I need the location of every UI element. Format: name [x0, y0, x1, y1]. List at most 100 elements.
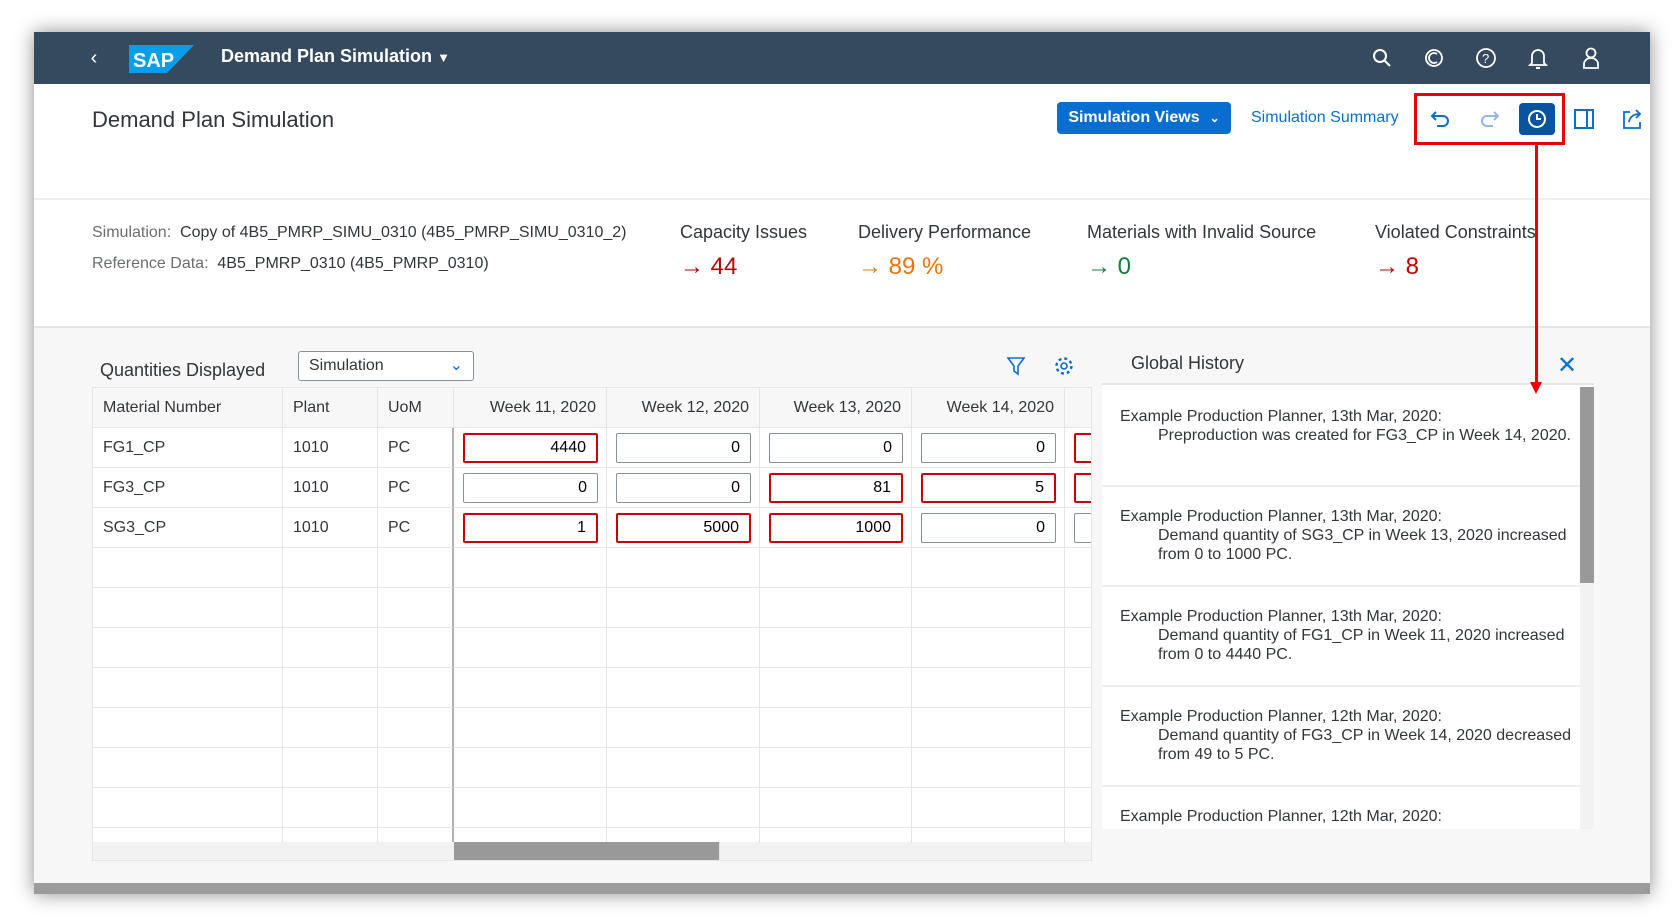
quantity-input[interactable]: [616, 473, 751, 503]
bell-icon[interactable]: [1524, 44, 1552, 72]
empty-cell: [607, 548, 760, 588]
back-icon[interactable]: ‹: [80, 44, 108, 72]
kpi-label: Delivery Performance: [858, 222, 1032, 242]
quantities-select[interactable]: Simulation ⌄: [298, 351, 474, 381]
column-header[interactable]: Week 14, 2020: [912, 388, 1065, 428]
empty-cell: [378, 668, 454, 708]
quantity-input[interactable]: [921, 433, 1056, 463]
history-item[interactable]: Example Production Planner, 13th Mar, 20…: [1102, 387, 1580, 487]
simulation-value: Copy of 4B5_PMRP_SIMU_0310 (4B5_PMRP_SIM…: [180, 224, 627, 241]
history-item-header: Example Production Planner, 13th Mar, 20…: [1120, 508, 1442, 525]
column-header[interactable]: UoM: [378, 388, 454, 428]
kpi-invalid-source[interactable]: Materials with Invalid Source → 0: [1087, 222, 1316, 281]
quantity-input[interactable]: [769, 473, 903, 503]
empty-cell: [912, 788, 1065, 828]
empty-cell: [454, 628, 607, 668]
history-item[interactable]: Example Production Planner, 13th Mar, 20…: [1102, 487, 1580, 587]
quantity-input[interactable]: [769, 433, 903, 463]
help-icon[interactable]: ?: [1472, 44, 1500, 72]
history-item-detail: Demand quantity of FG1_CP in Week 11, 20…: [1158, 627, 1565, 663]
empty-cell: [1065, 748, 1091, 788]
empty-cell: [378, 788, 454, 828]
empty-cell: [283, 588, 378, 628]
quantity-input[interactable]: [1074, 433, 1091, 463]
empty-cell: [607, 668, 760, 708]
empty-cell: [93, 668, 283, 708]
side-panel-icon[interactable]: [1566, 103, 1602, 135]
quantity-input[interactable]: [1074, 513, 1091, 543]
empty-cell: [912, 548, 1065, 588]
empty-cell: [912, 668, 1065, 708]
reference-label: Reference Data:: [92, 255, 209, 272]
close-icon[interactable]: ✕: [1557, 351, 1577, 380]
empty-cell: [760, 708, 912, 748]
empty-cell: [283, 708, 378, 748]
column-header[interactable]: Week 11, 2020: [454, 388, 607, 428]
quantity-input[interactable]: [769, 513, 903, 543]
column-header: [1065, 388, 1091, 428]
empty-cell: [1065, 788, 1091, 828]
kpi-delivery-performance[interactable]: Delivery Performance → 89 %: [858, 222, 1031, 281]
search-icon[interactable]: [1368, 44, 1396, 72]
page-title: Demand Plan Simulation: [92, 107, 335, 132]
table-cell: 1010: [283, 428, 378, 468]
history-item-header: Example Production Planner, 13th Mar, 20…: [1120, 608, 1442, 625]
empty-cell: [283, 548, 378, 588]
empty-cell: [607, 748, 760, 788]
history-item-detail: Demand quantity of FG3_CP in Week 14, 20…: [1158, 727, 1571, 763]
sap-logo[interactable]: SAP: [129, 45, 194, 73]
demand-table: Material Number Plant UoM Week 11, 2020 Week…: [92, 387, 1092, 861]
table-cell: SG3_CP: [93, 508, 283, 548]
quantity-input[interactable]: [463, 433, 598, 463]
kpi-violated-constraints[interactable]: Violated Constraints → 8: [1375, 222, 1536, 281]
quantities-value: Simulation: [309, 357, 384, 374]
global-history-panel: Global History ✕ Example Production Plan…: [1102, 351, 1594, 829]
quantity-input[interactable]: [463, 473, 598, 503]
empty-cell: [283, 788, 378, 828]
history-scrollbar[interactable]: [1580, 387, 1594, 829]
column-header[interactable]: Week 12, 2020: [607, 388, 760, 428]
copilot-icon[interactable]: [1420, 44, 1448, 72]
svg-text:?: ?: [1482, 51, 1489, 66]
simulation-summary-link[interactable]: Simulation Summary: [1251, 109, 1399, 127]
empty-cell: [760, 788, 912, 828]
column-header[interactable]: Material Number: [93, 388, 283, 428]
empty-cell: [912, 628, 1065, 668]
empty-cell: [607, 788, 760, 828]
filter-icon[interactable]: [1006, 356, 1026, 381]
quantity-input[interactable]: [616, 513, 751, 543]
annotation-arrow: [1535, 145, 1538, 385]
app-title-menu[interactable]: Demand Plan Simulation ▼: [221, 46, 450, 67]
history-item[interactable]: Example Production Planner, 12th Mar, 20…: [1102, 687, 1580, 787]
simulation-views-button[interactable]: Simulation Views ⌄: [1057, 102, 1231, 134]
empty-cell: [454, 748, 607, 788]
kpi-capacity-issues[interactable]: Capacity Issues → 44: [680, 222, 807, 281]
quantity-input[interactable]: [1074, 473, 1091, 503]
history-item[interactable]: Example Production Planner, 13th Mar, 20…: [1102, 587, 1580, 687]
empty-cell: [454, 708, 607, 748]
empty-cell: [93, 588, 283, 628]
column-header[interactable]: Plant: [283, 388, 378, 428]
quantity-input[interactable]: [921, 513, 1056, 543]
empty-cell: [378, 628, 454, 668]
table-cell: FG1_CP: [93, 428, 283, 468]
settings-icon[interactable]: [1054, 356, 1074, 381]
page-header: [34, 84, 1650, 200]
quantity-input[interactable]: [463, 513, 598, 543]
history-item[interactable]: Example Production Planner, 12th Mar, 20…: [1102, 787, 1580, 829]
column-header[interactable]: Week 13, 2020: [760, 388, 912, 428]
scrollbar-thumb[interactable]: [454, 842, 720, 860]
scrollbar-thumb[interactable]: [1580, 387, 1594, 583]
kpi-value: 0: [1117, 253, 1132, 280]
quantity-input[interactable]: [616, 433, 751, 463]
table-cell: 1010: [283, 468, 378, 508]
empty-cell: [93, 748, 283, 788]
user-icon[interactable]: [1577, 44, 1605, 72]
empty-cell: [93, 788, 283, 828]
shell-bar: ‹ SAP Demand Plan Simulation ▼ ?: [34, 32, 1650, 84]
empty-cell: [912, 748, 1065, 788]
empty-cell: [378, 748, 454, 788]
quantity-input[interactable]: [921, 473, 1056, 503]
history-item-detail: Demand quantity of SG3_CP in Week 13, 20…: [1158, 527, 1567, 563]
share-icon[interactable]: [1614, 103, 1650, 135]
